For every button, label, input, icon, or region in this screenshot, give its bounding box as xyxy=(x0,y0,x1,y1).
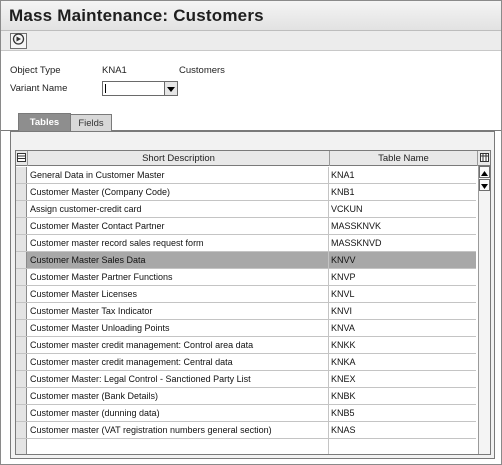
table-row[interactable]: Customer Master Unloading Points KNVA xyxy=(16,320,476,337)
row-selector[interactable] xyxy=(16,439,27,454)
table-row[interactable]: Customer Master Sales Data KNVV xyxy=(16,252,476,269)
cell-table-name: KNVA xyxy=(331,323,355,333)
variant-name-label: Variant Name xyxy=(10,83,68,94)
table-row[interactable]: Customer Master Licenses KNVL xyxy=(16,286,476,303)
arrow-down-icon xyxy=(481,176,488,194)
cell-table-name: KNKA xyxy=(331,357,356,367)
cell-short-description: General Data in Customer Master xyxy=(29,167,329,183)
object-type-description: Customers xyxy=(179,65,225,76)
execute-button[interactable] xyxy=(10,33,27,49)
table-row[interactable]: Customer master credit management: Contr… xyxy=(16,337,476,354)
table-row[interactable]: Customer master credit management: Centr… xyxy=(16,354,476,371)
cell-short-description: Customer Master Sales Data xyxy=(29,252,329,268)
cell-table-name: KNAS xyxy=(331,425,356,435)
title-bar: Mass Maintenance: Customers xyxy=(1,1,501,31)
chevron-down-icon xyxy=(167,80,175,98)
table-row[interactable]: Customer master (Bank Details) KNBK xyxy=(16,388,476,405)
table-row[interactable]: General Data in Customer Master KNA1 xyxy=(16,167,476,184)
cell-table-name: KNBK xyxy=(331,391,356,401)
cell-table-name: KNVI xyxy=(331,306,353,316)
table-row[interactable]: Customer Master (Company Code) KNB1 xyxy=(16,184,476,201)
vertical-scrollbar[interactable] xyxy=(478,166,490,454)
row-selector[interactable] xyxy=(16,167,27,183)
table-row[interactable]: Assign customer-credit card VCKUN xyxy=(16,201,476,218)
cell-short-description: Customer Master Unloading Points xyxy=(29,320,329,336)
cell-short-description: Customer master (VAT registration number… xyxy=(29,422,329,438)
table-row[interactable]: Customer Master Contact Partner MASSKNVK xyxy=(16,218,476,235)
mass-maintenance-window: Mass Maintenance: Customers Object Type … xyxy=(0,0,502,465)
object-type-label: Object Type xyxy=(10,65,61,76)
cell-short-description: Customer Master Tax Indicator xyxy=(29,303,329,319)
row-selector[interactable] xyxy=(16,286,27,302)
tab-fields[interactable]: Fields xyxy=(70,114,112,131)
row-selector[interactable] xyxy=(16,371,27,387)
cell-short-description xyxy=(29,439,329,454)
select-all-button[interactable] xyxy=(16,151,28,166)
scroll-down-button[interactable] xyxy=(479,179,490,191)
page-title: Mass Maintenance: Customers xyxy=(9,6,264,25)
text-cursor xyxy=(105,84,106,93)
cell-table-name: KNVV xyxy=(331,255,356,265)
cell-short-description: Customer Master Partner Functions xyxy=(29,269,329,285)
object-type-value: KNA1 xyxy=(102,65,127,76)
cell-table-name: KNVP xyxy=(331,272,356,282)
row-selector[interactable] xyxy=(16,337,27,353)
cell-short-description: Customer Master (Company Code) xyxy=(29,184,329,200)
tables-panel: Short Description Table Name General Dat… xyxy=(10,131,495,459)
table-row[interactable]: Customer Master: Legal Control - Sanctio… xyxy=(16,371,476,388)
cell-table-name: KNB5 xyxy=(331,408,355,418)
cell-table-name: KNA1 xyxy=(331,170,355,180)
row-selector[interactable] xyxy=(16,422,27,438)
cell-table-name: MASSKNVK xyxy=(331,221,382,231)
cell-table-name: VCKUN xyxy=(331,204,363,214)
cell-table-name: KNEX xyxy=(331,374,356,384)
cell-short-description: Customer master credit management: Centr… xyxy=(29,354,329,370)
cell-short-description: Customer Master Contact Partner xyxy=(29,218,329,234)
cell-short-description: Customer master (Bank Details) xyxy=(29,388,329,404)
row-selector[interactable] xyxy=(16,184,27,200)
cell-table-name xyxy=(330,439,477,454)
cell-short-description: Customer master credit management: Contr… xyxy=(29,337,329,353)
cell-short-description: Customer Master: Legal Control - Sanctio… xyxy=(29,371,329,387)
cell-short-description: Customer master record sales request for… xyxy=(29,235,329,251)
select-all-icon xyxy=(17,152,26,165)
row-selector[interactable] xyxy=(16,235,27,251)
row-selector[interactable] xyxy=(16,354,27,370)
row-selector[interactable] xyxy=(16,201,27,217)
tables-grid: Short Description Table Name General Dat… xyxy=(15,150,491,455)
cell-table-name: MASSKNVD xyxy=(331,238,382,248)
table-row[interactable]: Customer Master Tax Indicator KNVI xyxy=(16,303,476,320)
table-row[interactable]: Customer master record sales request for… xyxy=(16,235,476,252)
grid-header: Short Description Table Name xyxy=(16,151,490,166)
row-selector[interactable] xyxy=(16,269,27,285)
variant-name-select[interactable] xyxy=(102,81,178,96)
toolbar xyxy=(1,31,501,51)
cell-table-name: KNKK xyxy=(331,340,356,350)
column-header-table-name[interactable]: Table Name xyxy=(330,151,478,166)
cell-table-name: KNVL xyxy=(331,289,355,299)
cell-short-description: Assign customer-credit card xyxy=(29,201,329,217)
variant-dropdown-button[interactable] xyxy=(164,82,177,95)
row-selector[interactable] xyxy=(16,303,27,319)
cell-short-description: Customer Master Licenses xyxy=(29,286,329,302)
column-header-short-description[interactable]: Short Description xyxy=(28,151,330,166)
empty-table-row[interactable] xyxy=(16,439,477,454)
row-selector[interactable] xyxy=(16,252,27,268)
table-row[interactable]: Customer master (VAT registration number… xyxy=(16,422,476,439)
table-row[interactable]: Customer master (dunning data) KNB5 xyxy=(16,405,476,422)
execute-icon xyxy=(12,32,25,50)
cell-short-description: Customer master (dunning data) xyxy=(29,405,329,421)
tab-tables[interactable]: Tables xyxy=(18,113,71,131)
tab-strip: Tables Fields xyxy=(1,113,501,131)
row-selector[interactable] xyxy=(16,388,27,404)
row-selector[interactable] xyxy=(16,218,27,234)
table-row[interactable]: Customer Master Partner Functions KNVP xyxy=(16,269,476,286)
cell-table-name: KNB1 xyxy=(331,187,355,197)
row-selector[interactable] xyxy=(16,405,27,421)
row-selector[interactable] xyxy=(16,320,27,336)
